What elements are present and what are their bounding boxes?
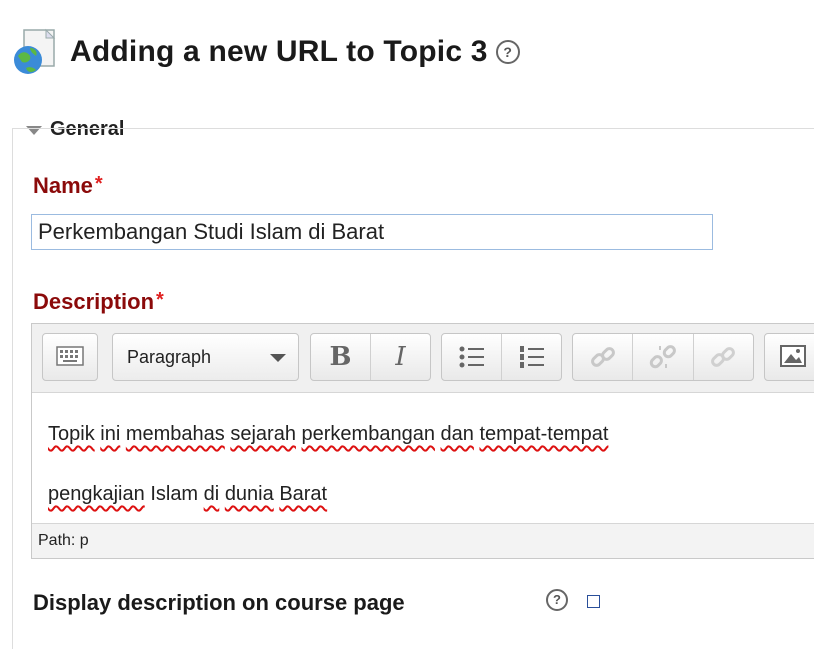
- display-description-checkbox[interactable]: [587, 595, 600, 608]
- editor-toolbar: Paragraph B I: [32, 324, 814, 393]
- link-group: [572, 333, 754, 381]
- content-word: membahas: [125, 423, 225, 445]
- content-word: pengkajian: [48, 483, 145, 505]
- unlink-icon: [649, 345, 676, 369]
- content-line-2: pengkajian Islam di dunia Barat: [48, 464, 814, 524]
- description-label: Description *: [33, 289, 164, 315]
- name-input[interactable]: Perkembangan Studi Islam di Barat: [31, 214, 713, 250]
- list-group: [441, 333, 562, 381]
- numbered-list-button[interactable]: [502, 334, 561, 380]
- required-star: *: [156, 289, 164, 311]
- nolink-button[interactable]: [694, 334, 753, 380]
- format-select-value: Paragraph: [127, 347, 212, 367]
- description-label-text: Description: [33, 289, 155, 314]
- toolbar-toggle-icon: [56, 346, 84, 366]
- insert-image-button[interactable]: [764, 333, 814, 381]
- bullet-list-button[interactable]: [442, 334, 502, 380]
- page-header: Adding a new URL to Topic 3 ?: [10, 28, 520, 76]
- url-globe-icon: [10, 28, 62, 76]
- chevron-down-icon: [270, 354, 286, 362]
- help-icon[interactable]: ?: [546, 589, 568, 611]
- numbered-list-icon: [519, 346, 544, 368]
- italic-button[interactable]: I: [371, 334, 430, 380]
- description-editor: Paragraph B I Topik ini membahas sejarah…: [31, 323, 814, 559]
- required-star: *: [94, 173, 103, 195]
- link-button[interactable]: [573, 334, 634, 380]
- content-word: Islam: [150, 483, 199, 505]
- content-line-1: Topik ini membahas sejarah perkembangan …: [48, 404, 814, 464]
- editor-content[interactable]: Topik ini membahas sejarah perkembangan …: [48, 404, 814, 524]
- content-word: dan: [440, 423, 474, 445]
- content-word: ini: [100, 423, 121, 445]
- content-word: dunia: [224, 483, 274, 505]
- image-icon: [780, 345, 806, 367]
- unlink-button[interactable]: [633, 334, 694, 380]
- content-word: sejarah: [230, 423, 296, 445]
- content-word: Barat: [279, 483, 328, 505]
- name-label-text: Name: [33, 173, 93, 198]
- toolbar-toggle-button[interactable]: [42, 333, 98, 381]
- page-title: Adding a new URL to Topic 3: [70, 35, 488, 68]
- content-word: Topik: [48, 423, 95, 445]
- name-label: Name *: [33, 173, 103, 199]
- bold-button[interactable]: B: [311, 334, 371, 380]
- content-word: perkembangan: [301, 423, 435, 445]
- nolink-icon: [711, 347, 736, 367]
- link-icon: [590, 347, 615, 367]
- display-description-label: Display description on course page: [33, 590, 405, 615]
- editor-path-bar: Path: p: [32, 523, 814, 558]
- format-select[interactable]: Paragraph: [112, 333, 299, 381]
- content-word: tempat-tempat: [479, 423, 609, 445]
- content-word: di: [203, 483, 220, 505]
- help-icon[interactable]: ?: [495, 40, 520, 64]
- text-style-group: B I: [310, 333, 431, 381]
- bullet-list-icon: [459, 346, 484, 368]
